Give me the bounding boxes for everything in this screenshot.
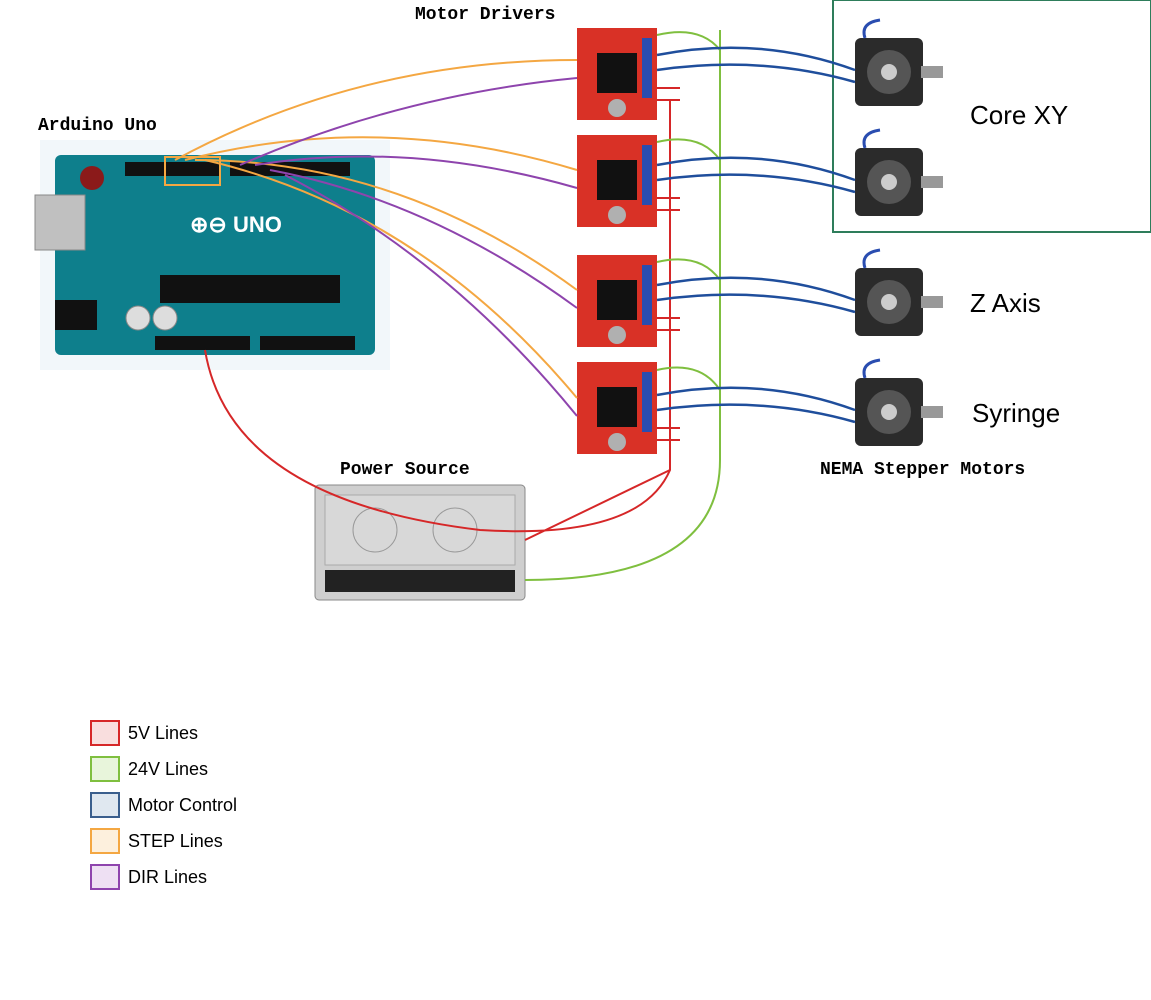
svg-text:⊕⊖ UNO: ⊕⊖ UNO (190, 212, 282, 237)
corexy-label: Core XY (970, 100, 1068, 131)
legend-label: 5V Lines (128, 723, 198, 744)
driver-2 (577, 135, 657, 227)
legend-row: DIR Lines (90, 864, 237, 890)
legend-swatch (90, 756, 120, 782)
drivers-label: Motor Drivers (415, 5, 555, 25)
legend-row: 24V Lines (90, 756, 237, 782)
nema-label: NEMA Stepper Motors (820, 460, 1025, 480)
legend: 5V Lines 24V Lines Motor Control STEP Lines… (90, 720, 237, 900)
legend-swatch (90, 720, 120, 746)
wires-motor (657, 48, 855, 422)
legend-label: Motor Control (128, 795, 237, 816)
power-supply (315, 485, 525, 600)
driver-1 (577, 28, 657, 120)
driver-4 (577, 362, 657, 454)
zaxis-label: Z Axis (970, 288, 1041, 319)
motor-corexy-1 (855, 20, 943, 106)
legend-label: STEP Lines (128, 831, 223, 852)
motor-z (855, 250, 943, 336)
legend-row: 5V Lines (90, 720, 237, 746)
syringe-label: Syringe (972, 398, 1060, 429)
legend-label: 24V Lines (128, 759, 208, 780)
arduino-label: Arduino Uno (38, 116, 157, 136)
legend-swatch (90, 828, 120, 854)
arduino-uno: ⊕⊖ UNO (35, 140, 390, 370)
legend-swatch (90, 792, 120, 818)
legend-row: Motor Control (90, 792, 237, 818)
motor-syringe (855, 360, 943, 446)
legend-row: STEP Lines (90, 828, 237, 854)
motor-corexy-2 (855, 130, 943, 216)
legend-swatch (90, 864, 120, 890)
motor-drivers (577, 28, 657, 454)
power-label: Power Source (340, 460, 470, 480)
legend-label: DIR Lines (128, 867, 207, 888)
driver-3 (577, 255, 657, 347)
